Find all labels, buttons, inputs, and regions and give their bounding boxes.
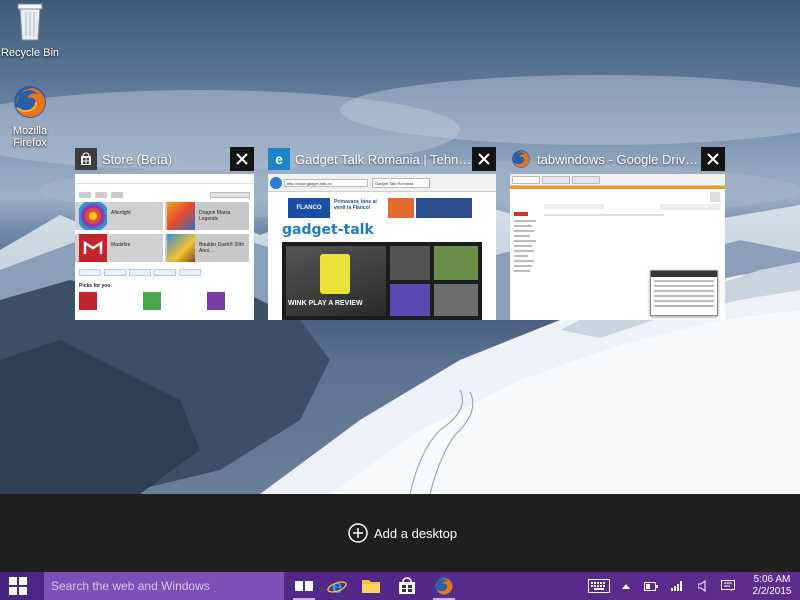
volume-control[interactable] (694, 572, 712, 600)
app-name: Afterlight (111, 210, 131, 216)
task-view-button[interactable] (289, 572, 319, 600)
app-name: Dragon Mania Legends (199, 210, 231, 222)
chevron-up-icon (622, 584, 630, 589)
section-title: Picks for you (79, 283, 111, 289)
dragon-mania-app-tile (167, 202, 195, 230)
start-button[interactable] (0, 572, 36, 600)
clock-date: 2/2/2015 (752, 586, 792, 597)
firefox-desktop-label: Mozilla Firefox (12, 125, 48, 149)
dialog-window (650, 270, 718, 316)
search-box[interactable]: Search the web and Windows (44, 572, 284, 600)
firefox-icon (510, 148, 532, 170)
window-title: Gadget Talk Romania | Tehnologia... (295, 151, 472, 167)
taskbar-file-explorer[interactable] (356, 572, 386, 600)
taskbar-store[interactable] (392, 572, 422, 600)
task-view-icon (295, 581, 313, 591)
browser-tab: Gadget Talk Romania (372, 178, 430, 188)
file-explorer-icon (362, 580, 380, 593)
battery-icon (644, 581, 658, 591)
window-title: tabwindows - Google Drive -... (537, 151, 701, 167)
internet-explorer-icon: e (327, 577, 347, 596)
boulder-dash-app-tile (167, 234, 195, 262)
app-name: Boulder Dash® 30th Anni... (199, 242, 245, 254)
afterlight-app-tile (79, 202, 107, 230)
window-thumbnail[interactable]: Afterlight Dragon Mania Legends Madefire… (75, 174, 254, 320)
taskbar-internet-explorer[interactable]: e (322, 572, 352, 600)
close-icon (236, 153, 248, 165)
add-desktop-label: Add a desktop (374, 525, 458, 541)
close-window-button[interactable] (472, 147, 496, 171)
keyboard-icon (588, 579, 610, 593)
close-window-button[interactable] (230, 147, 254, 171)
windows-logo-icon (9, 577, 27, 595)
article-area: WINK PLAY A REVIEW (282, 242, 482, 320)
store-icon (399, 577, 415, 594)
battery-status[interactable] (642, 572, 660, 600)
clock-time: 5:06 AM (753, 574, 791, 585)
store-icon (75, 148, 97, 170)
internet-explorer-icon: e (268, 148, 290, 170)
close-window-button[interactable] (701, 147, 725, 171)
virtual-desktops-bar: Add a desktop (0, 494, 800, 572)
svg-text:e: e (275, 151, 283, 167)
add-desktop-button[interactable]: Add a desktop (348, 523, 457, 543)
svg-text:e: e (332, 577, 343, 596)
show-hidden-icons-button[interactable] (618, 572, 634, 600)
advertisement-banner: FLANCO Primavara, bine ai venit la Flanc… (288, 196, 473, 220)
taskbar-clock[interactable]: 5:06 AM 2/2/2015 (750, 574, 794, 598)
plus-circle-icon (348, 523, 368, 543)
window-thumbnail[interactable] (510, 174, 725, 320)
window-title: Store (Beta) (102, 151, 173, 167)
firefox-icon (435, 577, 453, 595)
touch-keyboard-button[interactable] (586, 572, 612, 600)
window-thumbnail[interactable]: http://www.gadget-talk.ro/ Gadget Talk R… (268, 174, 496, 320)
speaker-icon (698, 580, 706, 592)
recycle-bin-desktop-icon[interactable]: Recycle Bin (0, 2, 60, 59)
action-center-button[interactable] (718, 572, 738, 600)
close-icon (478, 153, 490, 165)
close-icon (707, 153, 719, 165)
madefire-app-tile (79, 234, 107, 262)
recycle-bin-label: Recycle Bin (0, 47, 60, 59)
network-status[interactable] (668, 572, 686, 600)
site-logo: gadget-talk (282, 222, 374, 238)
app-name: Madefire (111, 242, 131, 248)
firefox-icon (14, 86, 46, 118)
back-icon (270, 177, 282, 189)
search-placeholder: Search the web and Windows (51, 579, 210, 593)
notification-icon (721, 580, 735, 592)
address-bar: http://www.gadget-talk.ro/ (284, 179, 368, 187)
firefox-desktop-icon[interactable]: Mozilla Firefox (0, 84, 60, 149)
taskbar-firefox[interactable] (429, 572, 459, 600)
signal-bars-icon (671, 581, 682, 591)
recycle-bin-icon (17, 3, 43, 41)
